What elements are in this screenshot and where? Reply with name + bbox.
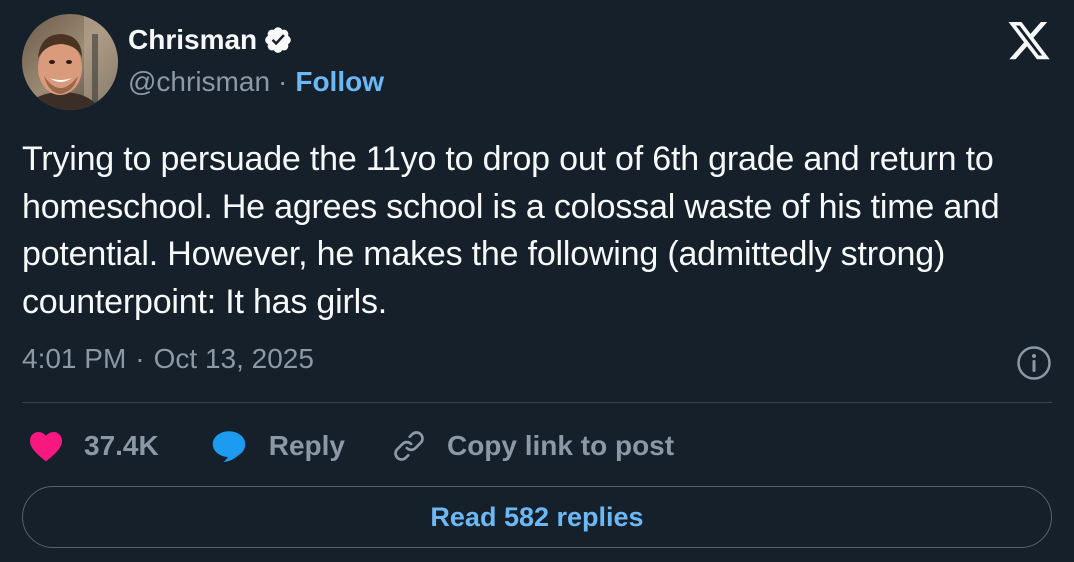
author-handle[interactable]: @chrisman	[128, 66, 270, 98]
link-icon	[391, 428, 427, 464]
tweet-date[interactable]: Oct 13, 2025	[154, 343, 314, 375]
tweet-time[interactable]: 4:01 PM	[22, 343, 126, 375]
info-icon[interactable]	[1016, 345, 1052, 381]
reply-label: Reply	[268, 430, 345, 461]
copy-link-button[interactable]: Copy link to post	[391, 428, 674, 464]
tweet-timestamp: 4:01 PM · Oct 13, 2025	[22, 343, 314, 375]
follow-button[interactable]: Follow	[295, 66, 384, 98]
like-button[interactable]: 37.4K	[28, 430, 159, 462]
x-logo-icon[interactable]	[1006, 22, 1052, 64]
author-identity: Chrisman @chrisman · Follow	[128, 20, 384, 104]
avatar[interactable]	[22, 14, 118, 110]
copy-link-label: Copy link to post	[446, 430, 675, 461]
author-display-name[interactable]: Chrisman	[128, 24, 257, 56]
like-count: 37.4K	[84, 430, 159, 461]
tweet-card: Chrisman @chrisman · Follow Trying to pe…	[0, 0, 1074, 562]
separator-dot: ·	[278, 66, 288, 97]
speech-bubble-icon	[211, 429, 247, 463]
timestamp-separator: ·	[135, 343, 145, 374]
tweet-text: Trying to persuade the 11yo to drop out …	[22, 140, 1009, 321]
read-replies-label: Read 582 replies	[430, 501, 644, 532]
verified-badge-icon	[263, 25, 293, 55]
reply-button[interactable]: Reply	[211, 429, 345, 463]
divider	[22, 402, 1052, 403]
handle-row: @chrisman · Follow	[128, 60, 384, 104]
tweet-header: Chrisman @chrisman · Follow	[22, 14, 384, 110]
action-bar: 37.4K Reply Copy link to post	[28, 424, 674, 468]
name-row: Chrisman	[128, 20, 384, 60]
heart-icon	[28, 430, 64, 462]
read-replies-button[interactable]: Read 582 replies	[22, 486, 1052, 548]
